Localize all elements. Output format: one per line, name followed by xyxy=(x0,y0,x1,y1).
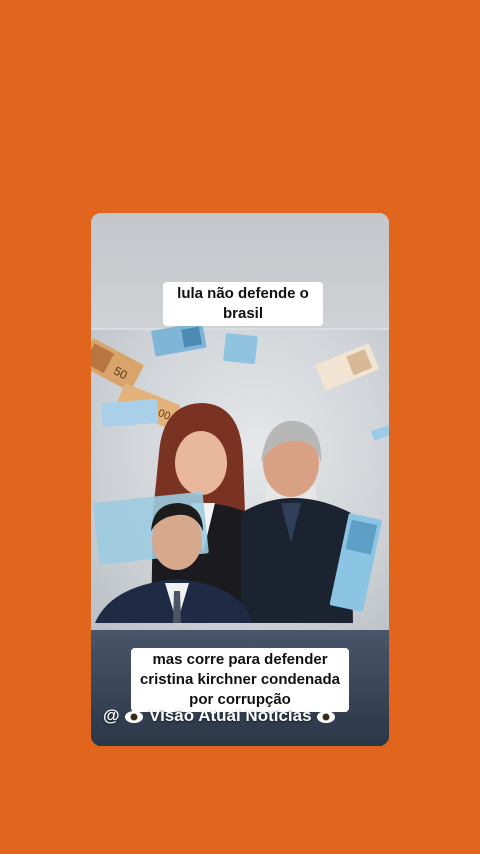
caption-bottom: mas corre para defender cristina kirchne… xyxy=(131,648,349,712)
eye-icon xyxy=(317,710,336,723)
banknote-50: 50 xyxy=(91,338,144,392)
banknote-blue-left xyxy=(101,399,159,427)
watermark-prefix: @ xyxy=(103,706,120,725)
watermark-text: Visão Atual Notícias xyxy=(149,706,312,725)
banknote-100-top xyxy=(151,322,207,357)
banknote-small xyxy=(223,333,258,364)
banknote-right xyxy=(315,343,379,391)
eye-icon xyxy=(125,710,144,723)
video-frame[interactable]: 50 100 lula não defende o brasil mas cor… xyxy=(91,213,389,746)
banknote-far-right xyxy=(371,424,389,441)
caption-top: lula não defende o brasil xyxy=(163,282,323,326)
channel-watermark: @ Visão Atual Notícias xyxy=(103,706,377,726)
